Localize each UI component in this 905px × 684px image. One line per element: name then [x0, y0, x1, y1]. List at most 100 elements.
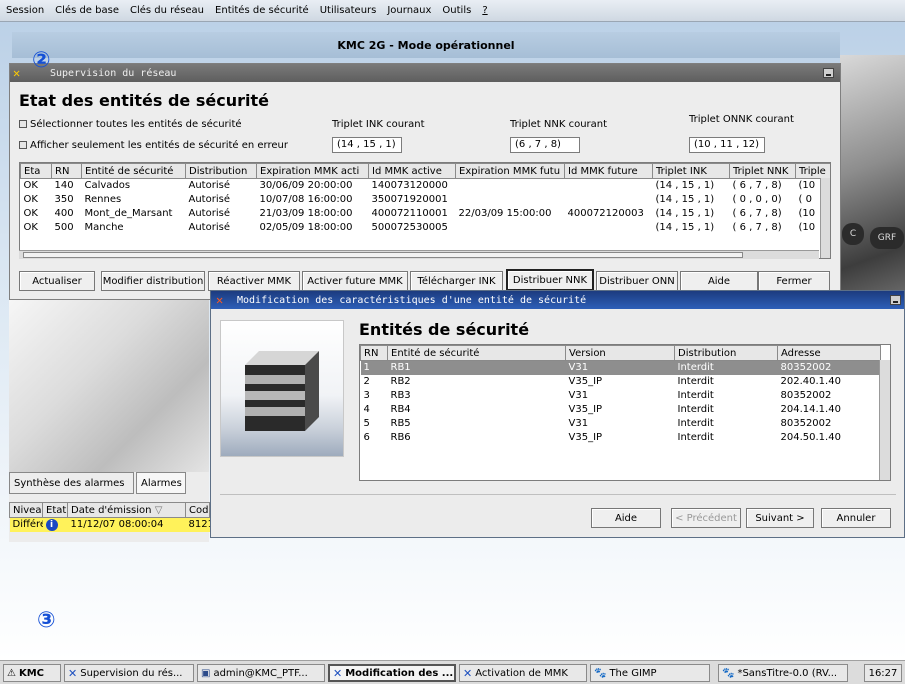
table-row[interactable]: 6 RB6 V35_IP Interdit 204.50.1.40 — [361, 431, 881, 445]
triplet-nnk-field[interactable]: (6 , 7 , 8) — [510, 137, 580, 153]
table-row[interactable]: OK 140 Calvados Autorisé 30/06/09 20:00:00 14… — [21, 179, 831, 193]
table-row[interactable]: OK 500 Manche Autorisé 02/05/09 18:00:00 5000… — [21, 221, 831, 235]
modal-col-header[interactable]: Distribution — [674, 345, 778, 361]
triplet-ink-field[interactable]: (14 , 15 , 1) — [332, 137, 402, 153]
entities-table: Eta RN Entité de sécurité Distribution Expir… — [19, 162, 831, 259]
table-cell: RB2 — [390, 376, 411, 387]
table-row[interactable]: 2 RB2 V35_IP Interdit 202.40.1.40 — [361, 375, 881, 389]
minimize-icon[interactable] — [890, 295, 901, 305]
modal-titlebar[interactable]: ✕ Modification des caractéristiques d'un… — [211, 291, 904, 309]
entities-col-header[interactable]: Expiration MMK acti — [256, 163, 369, 179]
entities-col-header[interactable]: Entité de sécurité — [81, 163, 186, 179]
scrollbar-thumb[interactable] — [23, 252, 743, 258]
alarm-col-niveau[interactable]: Niveau — [9, 502, 43, 518]
modal-aide-button[interactable]: Aide — [591, 508, 661, 528]
taskbar: ⚠ KMC ✕ Supervision du rés... ▣ admin@KMC_P… — [0, 660, 905, 684]
table-cell: 6 — [363, 432, 370, 443]
table-row[interactable]: 1 RB1 V31 Interdit 80352002 — [360, 360, 881, 375]
fermer-button[interactable]: Fermer — [758, 271, 830, 291]
menu-cles-du-reseau[interactable]: Clés du réseau — [130, 5, 204, 16]
table-cell: 80352002 — [777, 360, 881, 375]
supervision-heading: Etat des entités de sécurité — [19, 91, 269, 110]
task-modification[interactable]: ✕ Modification des ... — [328, 664, 456, 682]
select-all-checkbox[interactable]: Sélectionner toutes les entités de sécur… — [19, 119, 242, 130]
table-row[interactable]: 4 RB4 V35_IP Interdit 204.14.1.40 — [361, 403, 881, 417]
task-supervision[interactable]: ✕ Supervision du rés... — [64, 664, 194, 682]
alarm-col-code[interactable]: Coda — [185, 502, 210, 518]
entities-col-header[interactable]: Eta — [20, 163, 52, 179]
table-cell: V31 — [568, 418, 589, 429]
entities-col-header[interactable]: Triple — [795, 163, 830, 179]
menu-session[interactable]: Session — [6, 5, 44, 16]
start-button[interactable]: ⚠ KMC — [3, 664, 61, 682]
table-cell: OK — [23, 222, 38, 233]
suivant-button[interactable]: Suivant > — [746, 508, 814, 528]
table-cell: OK — [23, 194, 38, 205]
checkbox-icon — [19, 120, 27, 128]
table-cell: RB5 — [390, 418, 411, 429]
menu-entites-de-securite[interactable]: Entités de sécurité — [215, 5, 309, 16]
activer-future-mmk-button[interactable]: Activer future MMK — [302, 271, 408, 291]
table-cell: 400 — [54, 208, 74, 219]
triplet-ink-label: Triplet INK courant — [332, 119, 425, 130]
precedent-button[interactable]: < Précédent — [671, 508, 741, 528]
task-label: *SansTitre-0.0 (RV... — [737, 667, 838, 679]
entities-col-header[interactable]: RN — [51, 163, 82, 179]
modal-col-header[interactable]: RN — [360, 345, 388, 361]
tab-synthese-alarmes[interactable]: Synthèse des alarmes — [9, 472, 134, 494]
modal-col-header[interactable]: Version — [565, 345, 675, 361]
errors-only-checkbox[interactable]: Afficher seulement les entités de sécuri… — [19, 140, 288, 151]
menu-utilisateurs[interactable]: Utilisateurs — [320, 5, 377, 16]
vertical-scrollbar[interactable] — [820, 178, 830, 258]
task-terminal[interactable]: ▣ admin@KMC_PTF... — [197, 664, 325, 682]
modal-col-header[interactable]: Adresse — [777, 345, 881, 361]
horizontal-scrollbar[interactable] — [19, 250, 819, 259]
aide-button[interactable]: Aide — [680, 271, 758, 291]
triplet-onnk-field[interactable]: (10 , 11 , 12) — [689, 137, 765, 153]
menu-journaux[interactable]: Journaux — [387, 5, 431, 16]
table-row[interactable]: OK 350 Rennes Autorisé 10/07/08 16:00:00 3500… — [21, 193, 831, 207]
table-row[interactable]: 5 RB5 V31 Interdit 80352002 — [361, 417, 881, 431]
table-cell: 500072530005 — [371, 222, 448, 233]
alarm-panel: Synthèse des alarmes Alarmes Niveau Etat… — [9, 472, 210, 542]
entities-col-header[interactable]: Expiration MMK futu — [455, 163, 565, 179]
separator — [220, 494, 896, 495]
entities-col-header[interactable]: Triplet NNK — [729, 163, 796, 179]
supervision-titlebar[interactable]: ✕ Supervision du réseau — [10, 64, 840, 82]
entities-col-header[interactable]: Id MMK future — [564, 163, 653, 179]
alarm-row[interactable]: Différé i 11/12/07 08:00:04 8121 — [9, 517, 210, 532]
marker-2: ② — [32, 48, 51, 73]
triplet-onnk-label: Triplet ONNK courant — [689, 114, 794, 125]
menu-outils[interactable]: Outils — [442, 5, 471, 16]
distribuer-nnk-button[interactable]: Distribuer NNK — [506, 269, 594, 291]
modal-col-header[interactable]: Entité de sécurité — [387, 345, 566, 361]
gimp-icon: 🐾 — [594, 667, 607, 679]
table-row[interactable]: 3 RB3 V31 Interdit 80352002 — [361, 389, 881, 403]
actualiser-button[interactable]: Actualiser — [19, 271, 95, 291]
reactiver-mmk-button[interactable]: Réactiver MMK — [208, 271, 300, 291]
task-label: Modification des ... — [345, 667, 454, 679]
annuler-button[interactable]: Annuler — [821, 508, 891, 528]
minimize-icon[interactable] — [823, 68, 834, 78]
task-activation[interactable]: ✕ Activation de MMK — [459, 664, 587, 682]
entities-col-header[interactable]: Id MMK active — [368, 163, 456, 179]
entities-col-header[interactable]: Triplet INK — [652, 163, 730, 179]
menu-help[interactable]: ? — [482, 5, 487, 16]
distribuer-onnk-button[interactable]: Distribuer ONN — [596, 271, 678, 291]
entities-col-header[interactable]: Distribution — [185, 163, 257, 179]
tab-alarmes[interactable]: Alarmes — [136, 472, 186, 494]
vertical-scrollbar[interactable] — [879, 360, 890, 480]
modal-table-header: RN Entité de sécurité Version Distribution A… — [360, 345, 881, 361]
telecharger-ink-button[interactable]: Télécharger INK — [410, 271, 503, 291]
app-x-icon: ✕ — [333, 666, 343, 680]
modal-entities-table: RN Entité de sécurité Version Distribution A… — [359, 344, 891, 481]
task-sanstitre[interactable]: 🐾 *SansTitre-0.0 (RV... — [718, 664, 848, 682]
table-cell: RB4 — [390, 404, 411, 415]
menu-cles-de-base[interactable]: Clés de base — [55, 5, 119, 16]
task-gimp[interactable]: 🐾 The GIMP — [590, 664, 710, 682]
alarm-col-date[interactable]: Date d'émission ▽ — [67, 502, 186, 518]
table-row[interactable]: OK 400 Mont_de_Marsant Autorisé 21/03/09 18:… — [21, 207, 831, 221]
table-cell: 80352002 — [780, 390, 832, 401]
alarm-col-etat[interactable]: Etat — [42, 502, 68, 518]
modifier-distribution-button[interactable]: Modifier distribution — [101, 271, 205, 291]
